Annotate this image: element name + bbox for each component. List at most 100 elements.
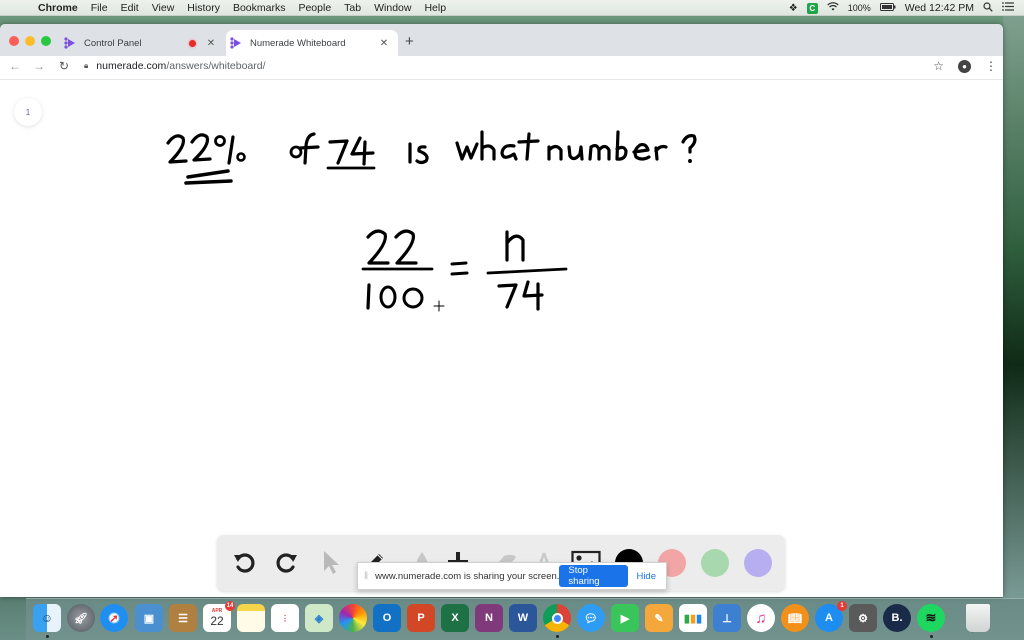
whiteboard-canvas[interactable] — [0, 80, 1003, 597]
select-tool-button[interactable] — [315, 547, 345, 577]
menu-tab[interactable]: Tab — [344, 2, 361, 14]
dock-itunes-icon[interactable]: ♫ — [747, 604, 775, 632]
tab-numerade-whiteboard[interactable]: Numerade Whiteboard ✕ — [226, 30, 398, 56]
whiteboard-page: 1 — [0, 79, 1003, 597]
menu-people[interactable]: People — [298, 2, 331, 14]
url-host: numerade.com — [96, 60, 167, 72]
dock-finder-icon[interactable]: ☺ — [33, 604, 61, 632]
calendar-day: 22 — [210, 614, 224, 628]
recording-indicator-icon — [189, 39, 196, 47]
dock-word-icon[interactable]: W — [509, 604, 537, 632]
pointer-arrow-icon — [324, 551, 339, 574]
dock-maps-icon[interactable]: ◈ — [305, 604, 333, 632]
c-app-icon[interactable]: C — [806, 2, 818, 14]
dock-numbers-icon[interactable]: ▮ ▮ ▮ — [679, 604, 707, 632]
dock-system-preferences-icon[interactable]: ⚙ — [849, 604, 877, 632]
close-tab-icon[interactable]: ✕ — [205, 38, 217, 49]
dock-pages-icon[interactable]: ✎ — [645, 604, 673, 632]
menu-help[interactable]: Help — [424, 2, 446, 14]
dock-safari-icon[interactable]: ➚ — [100, 604, 128, 632]
handwritten-equation — [361, 229, 568, 311]
dock-notes-icon[interactable] — [237, 604, 265, 632]
clock[interactable]: Wed 12:42 PM — [905, 2, 974, 14]
dropbox-icon[interactable]: ❖ — [789, 3, 798, 14]
drag-handle-icon[interactable]: ‖ — [364, 571, 368, 582]
running-indicator — [46, 635, 49, 638]
running-indicator — [556, 635, 559, 638]
forward-button[interactable]: → — [31, 59, 47, 73]
dock-excel-icon[interactable]: X — [441, 604, 469, 632]
notification-center-icon[interactable] — [1002, 2, 1014, 14]
macos-menubar: Chrome File Edit View History Bookmarks … — [0, 0, 1024, 16]
dock-photos-icon[interactable] — [339, 604, 367, 632]
dock-spotify-icon[interactable]: ≋ — [917, 604, 945, 632]
color-swatch-green[interactable] — [701, 549, 729, 577]
back-button[interactable]: ← — [7, 59, 23, 73]
dock-calendar-icon[interactable]: APR 22 14 — [203, 601, 235, 632]
menu-window[interactable]: Window — [374, 2, 411, 14]
macos-dock: ☺ 🚀︎ ➚ ▣ ☰ APR 22 14 ⋮ ◈ O P X N W 💬︎ ▶ … — [26, 598, 1024, 640]
cursor-crosshair-icon — [433, 300, 445, 312]
menu-file[interactable]: File — [91, 2, 108, 14]
dock-messages-icon[interactable]: 💬︎ — [577, 604, 605, 632]
toolbar-actions: ☆ ● ⋮ — [933, 56, 997, 76]
dock-onenote-icon[interactable]: N — [475, 604, 503, 632]
menubar-status-area: ❖ C 100% Wed 12:42 PM — [789, 0, 1014, 16]
dock-contacts-icon[interactable]: ☰ — [169, 604, 197, 632]
maximize-window-button[interactable] — [41, 36, 51, 46]
dock-preview-icon[interactable]: ▣ — [135, 604, 163, 632]
lock-icon[interactable]: 🔒︎ — [84, 61, 88, 71]
handwritten-question — [166, 130, 697, 185]
appstore-badge: 1 — [837, 601, 847, 611]
reload-button[interactable]: ↻ — [56, 59, 72, 73]
dock-launchpad-icon[interactable]: 🚀︎ — [67, 604, 95, 632]
undo-icon — [234, 553, 255, 573]
url-path: /answers/whiteboard/ — [166, 60, 266, 72]
stop-sharing-button[interactable]: Stop sharing — [559, 565, 629, 587]
address-bar[interactable]: 🔒︎ numerade.com/answers/whiteboard/ — [78, 56, 943, 76]
tab-strip: Control Panel ✕ Numerade Whiteboard ✕ + — [0, 24, 1003, 56]
hide-button[interactable]: Hide — [636, 571, 656, 582]
chrome-window: Control Panel ✕ Numerade Whiteboard ✕ + … — [0, 24, 1003, 597]
browser-toolbar: ← → ↻ 🔒︎ numerade.com/answers/whiteboard… — [0, 56, 1003, 76]
tab-title: Control Panel — [84, 37, 142, 49]
minimize-window-button[interactable] — [25, 36, 35, 46]
dock-reminders-icon[interactable]: ⋮ — [271, 604, 299, 632]
calendar-badge: 14 — [225, 601, 235, 611]
dock-powerpoint-icon[interactable]: P — [407, 604, 435, 632]
desktop-background — [1003, 16, 1024, 598]
dock-backup-icon[interactable]: B. — [883, 604, 911, 632]
bookmark-star-icon[interactable]: ☆ — [933, 59, 944, 73]
battery-percent[interactable]: 100% — [848, 3, 871, 13]
numerade-favicon-icon — [230, 37, 242, 49]
dock-facetime-icon[interactable]: ▶ — [611, 604, 639, 632]
new-tab-button[interactable]: + — [405, 33, 414, 50]
redo-button[interactable] — [272, 547, 302, 577]
close-window-button[interactable] — [9, 36, 19, 46]
spotlight-search-icon[interactable] — [983, 1, 993, 15]
battery-icon[interactable] — [879, 2, 896, 14]
tab-control-panel[interactable]: Control Panel ✕ — [60, 30, 225, 56]
menu-view[interactable]: View — [152, 2, 175, 14]
dock-outlook-icon[interactable]: O — [373, 604, 401, 632]
screen-sharing-bar: ‖ www.numerade.com is sharing your scree… — [357, 562, 667, 590]
menu-app-name[interactable]: Chrome — [38, 2, 78, 14]
dock-appstore-icon[interactable]: A1 — [815, 601, 847, 632]
menu-edit[interactable]: Edit — [121, 2, 139, 14]
redo-icon — [276, 553, 297, 573]
menu-history[interactable]: History — [187, 2, 220, 14]
tab-title: Numerade Whiteboard — [250, 37, 346, 49]
menu-bookmarks[interactable]: Bookmarks — [233, 2, 286, 14]
profile-avatar-icon[interactable]: ● — [958, 59, 971, 73]
dock-ibooks-icon[interactable]: 📖︎ — [781, 604, 809, 632]
chrome-menu-icon[interactable]: ⋮ — [985, 59, 997, 73]
sharing-message: www.numerade.com is sharing your screen. — [375, 570, 560, 582]
wifi-icon[interactable] — [826, 2, 839, 14]
close-tab-icon[interactable]: ✕ — [378, 38, 390, 49]
dock-chrome-icon[interactable] — [543, 604, 571, 632]
running-indicator — [930, 635, 933, 638]
dock-keynote-icon[interactable]: ⊥ — [713, 604, 741, 632]
undo-button[interactable] — [229, 547, 259, 577]
color-swatch-purple[interactable] — [744, 549, 772, 577]
dock-trash-icon[interactable] — [966, 604, 990, 632]
